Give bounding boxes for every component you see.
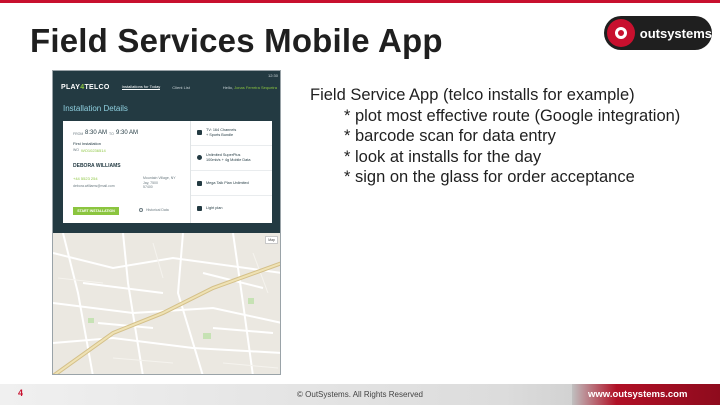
- bullet-item: * barcode scan for data entry: [344, 127, 556, 145]
- globe-icon: [197, 155, 202, 160]
- from-time: 8:30 AM: [85, 130, 108, 136]
- outsystems-logo-icon: [607, 19, 635, 47]
- status-bar-time: 12:30: [267, 73, 278, 78]
- nav-user-greeting: Hello, Jonas Ferreira Sequeira: [222, 84, 277, 90]
- tv-icon: [197, 130, 202, 135]
- customer-name: DEBORA WILLIAMS: [73, 163, 121, 169]
- map-streets: [53, 233, 280, 374]
- phone-icon: [197, 181, 202, 186]
- service-item: Unlimited SuperPlus 100mb/s + 4g Mobile …: [191, 146, 272, 171]
- map-type-control[interactable]: Map: [265, 236, 278, 244]
- service-item: TV: 164 Channels + Sports Bundle: [191, 121, 272, 146]
- service-label: TV: 164 Channels + Sports Bundle: [206, 128, 237, 137]
- lightbulb-icon: [197, 206, 202, 211]
- clock-icon: [139, 208, 143, 213]
- installation-details-title: Installation Details: [63, 104, 128, 113]
- service-item: Light plan: [191, 196, 272, 221]
- customer-phone[interactable]: +44 5523 254: [73, 176, 98, 181]
- wo-label: WO: [73, 148, 80, 152]
- app-nav-bar: PLAY4TELCO Installations for Today Clien…: [53, 81, 280, 93]
- service-label: Light plan: [206, 206, 223, 210]
- slide-title: Field Services Mobile App: [30, 22, 443, 59]
- app-screenshot: 12:30 PLAY4TELCO Installations for Today…: [52, 70, 281, 375]
- start-installation-button[interactable]: START INSTALLATION: [73, 207, 119, 215]
- historical-data-link[interactable]: Historical Data: [139, 208, 169, 213]
- logo-text: outsystems: [639, 25, 712, 41]
- route-map[interactable]: Map: [53, 233, 280, 374]
- to-time: 9:30 AM: [116, 130, 139, 136]
- installation-card: FROM 8:30 AM TO 9:30 AM First Installati…: [63, 121, 272, 223]
- bullet-item: * sign on the glass for order acceptance: [344, 168, 635, 186]
- customer-address: Mountain Village, NY Jay, 7500 57400: [143, 176, 176, 189]
- bullet-list: * plot most effective route (Google inte…: [310, 106, 705, 188]
- installation-info: FROM 8:30 AM TO 9:30 AM First Installati…: [63, 121, 191, 223]
- bullet-lead: Field Service App (telco installs for ex…: [310, 86, 635, 104]
- footer-url[interactable]: www.outsystems.com: [588, 389, 687, 400]
- bullet-item: * plot most effective route (Google inte…: [344, 106, 681, 125]
- top-accent-rule: [0, 0, 720, 3]
- bullet-item: * look at installs for the day: [344, 147, 542, 166]
- nav-installations-today[interactable]: Installations for Today: [121, 84, 161, 90]
- service-item: Mega Talk Plan Unlimited: [191, 171, 272, 196]
- service-label: Unlimited SuperPlus 100mb/s + 4g Mobile …: [206, 153, 251, 162]
- customer-email[interactable]: debora.williams@mail.com: [73, 184, 115, 188]
- services-list: TV: 164 Channels + Sports Bundle Unlimit…: [191, 121, 272, 223]
- app-brand: PLAY4TELCO: [61, 83, 110, 91]
- from-label: FROM: [73, 132, 84, 136]
- nav-client-list[interactable]: Client List: [172, 85, 190, 90]
- service-label: Mega Talk Plan Unlimited: [206, 181, 249, 185]
- to-label: TO: [109, 132, 114, 136]
- outsystems-logo: outsystems: [604, 16, 712, 50]
- wo-number[interactable]: WO10236514: [81, 148, 106, 153]
- install-type: First Installation: [73, 141, 102, 146]
- bullet-text-block: Field Service App (telco installs for ex…: [310, 85, 705, 188]
- app-header-area: 12:30 PLAY4TELCO Installations for Today…: [53, 71, 280, 233]
